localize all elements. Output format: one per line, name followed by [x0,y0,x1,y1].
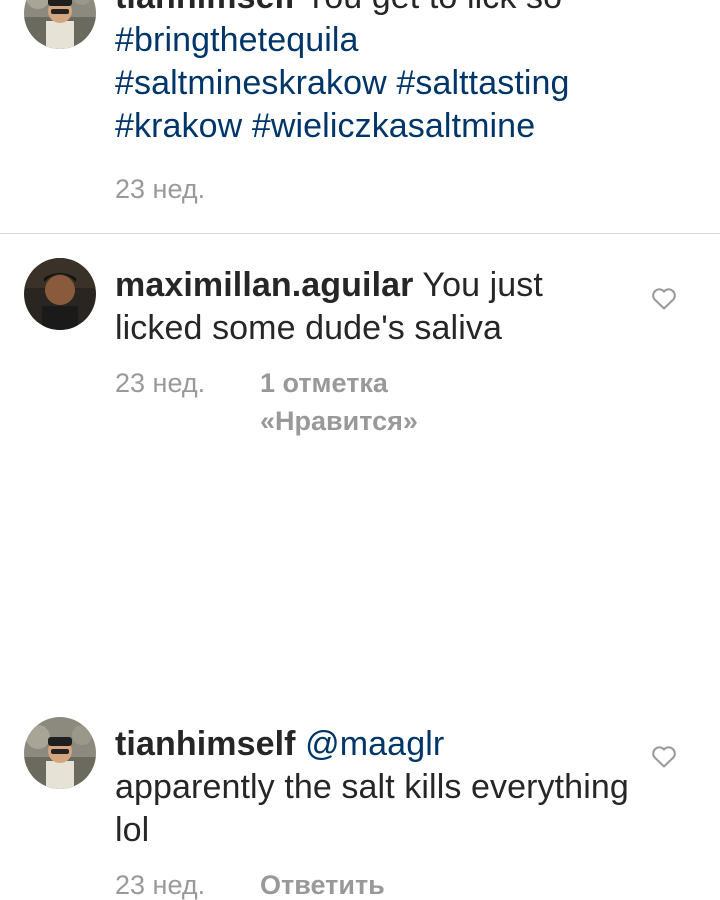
hashtag-link[interactable]: #krakow [115,107,242,145]
avatar[interactable] [24,0,96,49]
avatar-photo [24,0,96,49]
hashtag-link[interactable]: #salttasting [396,64,569,102]
comment-body: apparently the salt kills everything lol [115,768,629,849]
comments-page: tianhimself You get to lick so #bringthe… [0,0,720,900]
hashtag-link[interactable]: #bringthetequila [115,21,359,59]
comment-text: tianhimself You get to lick so #bringthe… [115,0,635,148]
heart-outline-icon[interactable] [651,287,677,311]
avatar[interactable] [24,717,96,789]
likes-count[interactable]: 1 отметка «Нравится» [260,364,418,440]
comment-timestamp: 23 нед. [115,174,206,204]
comment-body: You get to lick so [305,0,563,16]
likes-count-line1: 1 отметка [260,368,388,398]
reply-button[interactable]: Ответить [260,866,385,900]
likes-count-line2: «Нравится» [260,406,418,436]
heart-outline-icon[interactable] [651,745,677,769]
comment-username[interactable]: tianhimself [115,0,296,16]
hashtag-link[interactable]: #saltmineskrakow [115,64,387,102]
mention-link[interactable]: @maaglr [305,725,444,763]
comment-username[interactable]: maximillan.aguilar [115,266,413,304]
divider [0,233,720,234]
avatar-photo [24,258,96,330]
avatar[interactable] [24,258,96,330]
avatar-photo [24,717,96,789]
comment-username[interactable]: tianhimself [115,725,296,763]
comment-text: tianhimself @maaglr apparently the salt … [115,723,635,852]
comment-text: maximillan.aguilar You just licked some … [115,264,635,350]
comment-timestamp: 23 нед. [115,870,206,900]
hashtag-link[interactable]: #wieliczkasaltmine [252,107,535,145]
comment-timestamp: 23 нед. [115,368,206,398]
